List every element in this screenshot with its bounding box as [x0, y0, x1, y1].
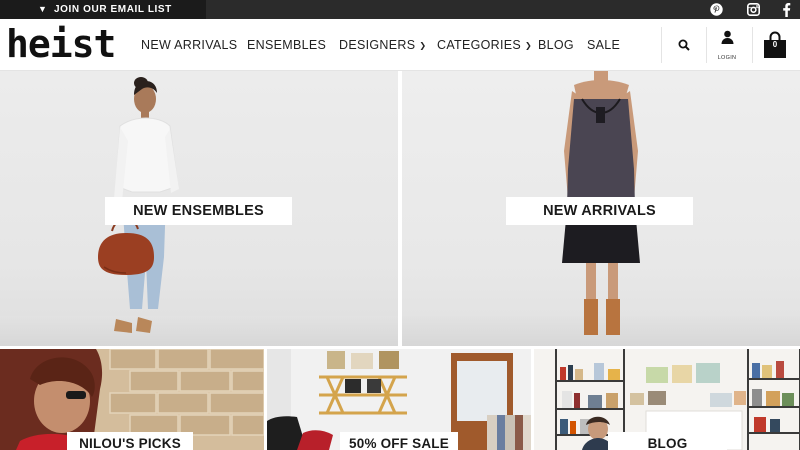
site-header: heist NEW ARRIVALS ENSEMBLES DESIGNERS ❯ … [0, 19, 800, 71]
divider [661, 27, 662, 63]
divider [706, 27, 707, 63]
nav-designers[interactable]: DESIGNERS ❯ [339, 19, 426, 71]
email-cta-label: JOIN OUR EMAIL LIST [54, 4, 172, 15]
user-icon [721, 30, 733, 44]
hero-new-arrivals[interactable]: NEW ARRIVALS [402, 71, 800, 346]
logo[interactable]: heist [6, 22, 116, 66]
tile-sale[interactable]: 50% OFF SALE [267, 349, 531, 450]
login-label: LOGIN [717, 55, 737, 61]
nav-categories[interactable]: CATEGORIES ❯ [437, 19, 532, 71]
nav-label: NEW ARRIVALS [141, 38, 238, 52]
instagram-icon[interactable] [742, 0, 764, 19]
nav-label: DESIGNERS [339, 38, 416, 52]
nav-sale[interactable]: SALE [587, 19, 620, 71]
search-icon[interactable] [672, 19, 696, 71]
hero-new-ensembles[interactable]: NEW ENSEMBLES [0, 71, 398, 346]
nav-label: ENSEMBLES [247, 38, 327, 52]
tile-label: 50% OFF SALE [340, 432, 458, 450]
tile-label: BLOG [608, 432, 727, 450]
chevron-down-icon: ❯ [419, 41, 427, 50]
pinterest-icon[interactable] [705, 0, 727, 19]
top-bar: ▼ JOIN OUR EMAIL LIST [0, 0, 800, 19]
nav-label: CATEGORIES [437, 38, 522, 52]
nav-label: BLOG [538, 38, 574, 52]
tile-nilous-picks[interactable]: NILOU'S PICKS [0, 349, 264, 450]
facebook-icon[interactable] [775, 0, 797, 19]
nav-blog[interactable]: BLOG [538, 19, 574, 71]
login-button[interactable] [713, 19, 741, 55]
join-email-list-link[interactable]: ▼ JOIN OUR EMAIL LIST [0, 0, 206, 19]
hero-label: NEW ENSEMBLES [105, 197, 292, 225]
nav-label: SALE [587, 38, 621, 52]
tile-blog[interactable]: BLOG [534, 349, 800, 450]
hero-label: NEW ARRIVALS [506, 197, 693, 225]
chevron-down-icon: ❯ [525, 41, 533, 50]
nav-new-arrivals[interactable]: NEW ARRIVALS [141, 19, 237, 71]
tile-label: NILOU'S PICKS [67, 432, 193, 450]
nav-ensembles[interactable]: ENSEMBLES [247, 19, 326, 71]
divider [752, 27, 753, 63]
triangle-down-icon: ▼ [38, 4, 48, 14]
cart-count: 0 [772, 40, 778, 49]
